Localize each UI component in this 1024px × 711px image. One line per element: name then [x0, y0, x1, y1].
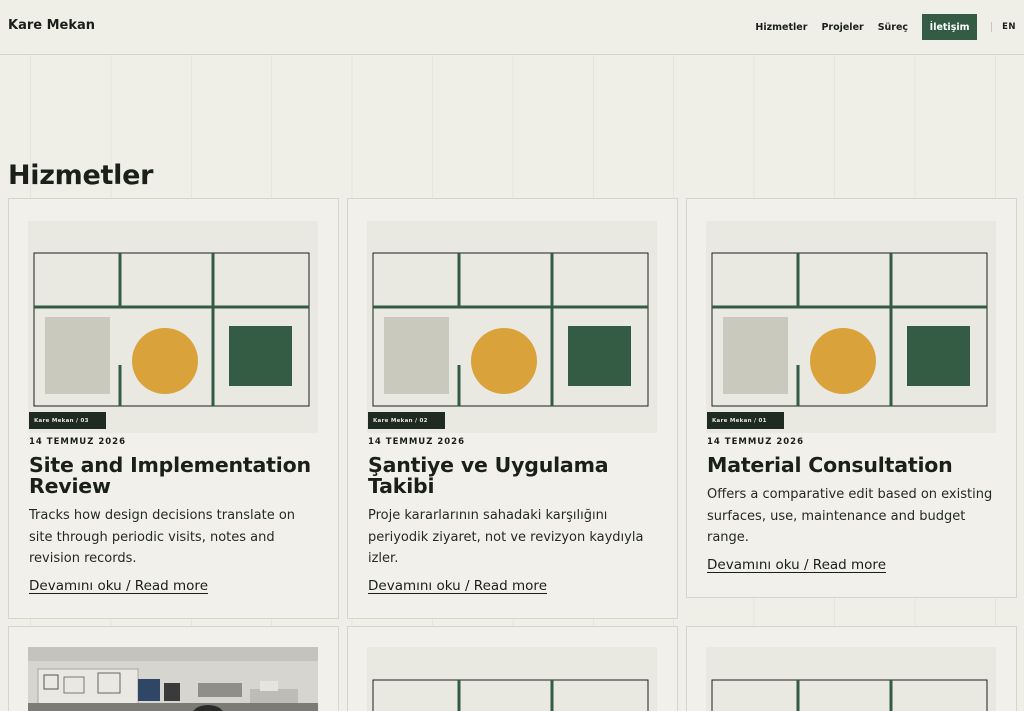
contact-button[interactable]: İletişim [922, 14, 978, 40]
plan-graphic [372, 679, 649, 711]
service-card [8, 626, 339, 711]
card-illustration [28, 221, 318, 433]
card-date: 14 TEMMUZ 2026 [368, 437, 465, 447]
language-switch[interactable]: EN [1002, 22, 1016, 32]
read-more-link[interactable]: Devamını oku / Read more [707, 557, 886, 573]
service-card: Kare Mekan / 01 14 TEMMUZ 2026 Material … [686, 198, 1017, 598]
plan-graphic [372, 252, 649, 407]
card-tag: Kare Mekan / 02 [368, 412, 445, 429]
service-card: Kare Mekan / 03 14 TEMMUZ 2026 Site and … [8, 198, 339, 619]
card-date: 14 TEMMUZ 2026 [29, 437, 126, 447]
studio-photo [28, 647, 318, 711]
card-title[interactable]: Material Consultation [707, 455, 1007, 476]
read-more-link[interactable]: Devamını oku / Read more [29, 578, 208, 594]
plan-graphic [711, 679, 988, 711]
card-photo [28, 647, 318, 711]
plan-graphic [33, 252, 310, 407]
read-more-link[interactable]: Devamını oku / Read more [368, 578, 547, 594]
card-illustration [367, 221, 657, 433]
card-tag: Kare Mekan / 01 [707, 412, 784, 429]
site-header: Kare Mekan Hizmetler Projeler Süreç İlet… [0, 0, 1024, 55]
nav-link-projeler[interactable]: Projeler [821, 22, 863, 33]
nav-link-surec[interactable]: Süreç [878, 22, 908, 33]
card-title[interactable]: Site and Implementation Review [29, 455, 329, 497]
card-illustration [706, 647, 996, 711]
main-nav: Hizmetler Projeler Süreç İletişim EN [741, 14, 1016, 40]
plan-graphic [711, 252, 988, 407]
page-title: Hizmetler [8, 160, 154, 191]
service-card [347, 626, 678, 711]
service-card: Kare Mekan / 02 14 TEMMUZ 2026 Şantiye v… [347, 198, 678, 619]
brand-logo[interactable]: Kare Mekan [8, 18, 95, 33]
card-illustration [367, 647, 657, 711]
card-title[interactable]: Şantiye ve Uygulama Takibi [368, 455, 668, 497]
card-description: Proje kararlarının sahadaki karşılığını … [368, 508, 644, 566]
card-date: 14 TEMMUZ 2026 [707, 437, 804, 447]
card-description: Offers a comparative edit based on exist… [707, 487, 993, 545]
nav-link-hizmetler[interactable]: Hizmetler [755, 22, 807, 33]
card-description: Tracks how design decisions translate on… [29, 508, 296, 566]
service-card [686, 626, 1017, 711]
nav-divider [991, 22, 993, 32]
card-illustration [706, 221, 996, 433]
card-tag: Kare Mekan / 03 [29, 412, 106, 429]
